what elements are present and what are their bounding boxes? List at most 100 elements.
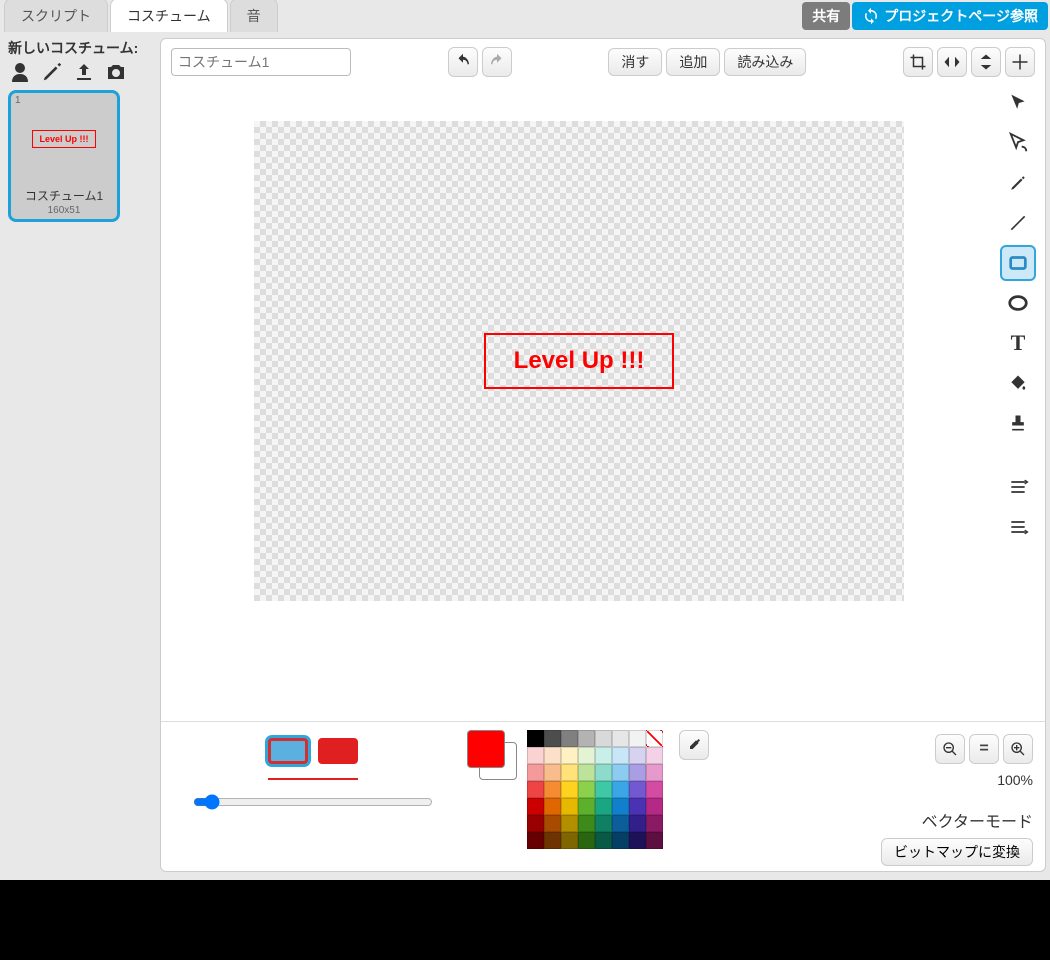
add-button[interactable]: 追加 — [666, 48, 720, 76]
palette-color[interactable] — [527, 798, 544, 815]
palette-color[interactable] — [578, 747, 595, 764]
palette-color[interactable] — [629, 832, 646, 849]
palette-color[interactable] — [595, 815, 612, 832]
palette-color[interactable] — [646, 815, 663, 832]
palette-color[interactable] — [629, 764, 646, 781]
camera-icon[interactable] — [104, 60, 128, 84]
palette-color[interactable] — [595, 781, 612, 798]
stroke-width-slider[interactable] — [193, 794, 433, 810]
palette-color[interactable] — [629, 798, 646, 815]
palette-color[interactable] — [527, 730, 544, 747]
clear-button[interactable]: 消す — [608, 48, 662, 76]
line-tool[interactable] — [1000, 205, 1036, 241]
tab-costumes[interactable]: コスチューム — [110, 0, 228, 32]
palette-color[interactable] — [646, 781, 663, 798]
palette-color[interactable] — [527, 832, 544, 849]
palette-color[interactable] — [578, 764, 595, 781]
redo-button[interactable] — [482, 47, 512, 77]
fg-color[interactable] — [467, 730, 505, 768]
palette-color[interactable] — [629, 730, 646, 747]
import-button[interactable]: 読み込み — [724, 48, 806, 76]
project-page-button[interactable]: プロジェクトページ参照 — [852, 2, 1048, 30]
palette-color[interactable] — [561, 832, 578, 849]
palette-color[interactable] — [612, 815, 629, 832]
palette-color[interactable] — [595, 747, 612, 764]
upload-icon[interactable] — [72, 60, 96, 84]
stamp-tool[interactable] — [1000, 405, 1036, 441]
undo-button[interactable] — [448, 47, 478, 77]
canvas[interactable]: Level Up !!! — [254, 121, 904, 601]
flip-v-button[interactable] — [971, 47, 1001, 77]
center-button[interactable] — [1005, 47, 1035, 77]
ellipse-tool[interactable] — [1000, 285, 1036, 321]
palette-color[interactable] — [595, 832, 612, 849]
palette-color[interactable] — [578, 798, 595, 815]
text-tool[interactable]: T — [1000, 325, 1036, 361]
color-palette[interactable] — [527, 730, 663, 849]
palette-color[interactable] — [544, 730, 561, 747]
rect-tool[interactable] — [1000, 245, 1036, 281]
palette-color[interactable] — [544, 781, 561, 798]
palette-color[interactable] — [578, 781, 595, 798]
palette-color[interactable] — [544, 798, 561, 815]
palette-color[interactable] — [561, 798, 578, 815]
outline-mode-swatch[interactable] — [268, 738, 308, 764]
palette-color[interactable] — [612, 798, 629, 815]
reshape-tool[interactable] — [1000, 125, 1036, 161]
tab-sounds[interactable]: 音 — [230, 0, 278, 32]
palette-color[interactable] — [527, 747, 544, 764]
palette-color[interactable] — [595, 764, 612, 781]
palette-color[interactable] — [629, 815, 646, 832]
palette-color[interactable] — [646, 832, 663, 849]
fg-bg-swatch[interactable] — [467, 730, 517, 780]
fill-mode-swatch[interactable] — [318, 738, 358, 764]
palette-color[interactable] — [544, 815, 561, 832]
palette-color[interactable] — [544, 747, 561, 764]
zoom-in-button[interactable] — [1003, 734, 1033, 764]
palette-color[interactable] — [527, 815, 544, 832]
layer-back-button[interactable] — [1000, 509, 1036, 545]
share-button[interactable]: 共有 — [802, 2, 850, 30]
palette-color[interactable] — [561, 781, 578, 798]
palette-color[interactable] — [561, 730, 578, 747]
costume-thumbnail[interactable]: 1 Level Up !!! コスチューム1 160x51 — [8, 90, 120, 222]
palette-color[interactable] — [612, 764, 629, 781]
zoom-reset-button[interactable]: = — [969, 734, 999, 764]
palette-color[interactable] — [595, 798, 612, 815]
paint-icon[interactable] — [40, 60, 64, 84]
palette-color[interactable] — [646, 798, 663, 815]
palette-color[interactable] — [578, 832, 595, 849]
palette-color[interactable] — [578, 815, 595, 832]
palette-color[interactable] — [527, 764, 544, 781]
convert-mode-button[interactable]: ビットマップに変換 — [881, 838, 1033, 866]
tab-scripts[interactable]: スクリプト — [4, 0, 108, 32]
palette-color[interactable] — [527, 781, 544, 798]
crop-button[interactable] — [903, 47, 933, 77]
palette-color[interactable] — [612, 747, 629, 764]
palette-color[interactable] — [612, 832, 629, 849]
palette-color[interactable] — [561, 747, 578, 764]
palette-color[interactable] — [544, 764, 561, 781]
palette-color[interactable] — [544, 832, 561, 849]
canvas-content[interactable]: Level Up !!! — [484, 333, 675, 389]
palette-color[interactable] — [561, 764, 578, 781]
palette-color[interactable] — [595, 730, 612, 747]
palette-color[interactable] — [629, 747, 646, 764]
palette-color[interactable] — [646, 764, 663, 781]
select-tool[interactable] — [1000, 85, 1036, 121]
palette-color[interactable] — [646, 747, 663, 764]
library-icon[interactable] — [8, 60, 32, 84]
palette-color[interactable] — [612, 781, 629, 798]
zoom-out-button[interactable] — [935, 734, 965, 764]
palette-color[interactable] — [612, 730, 629, 747]
pencil-tool[interactable] — [1000, 165, 1036, 201]
flip-h-button[interactable] — [937, 47, 967, 77]
fill-tool[interactable] — [1000, 365, 1036, 401]
palette-color[interactable] — [578, 730, 595, 747]
palette-color[interactable] — [561, 815, 578, 832]
layer-front-button[interactable] — [1000, 469, 1036, 505]
costume-name-input[interactable] — [171, 48, 351, 76]
eyedropper-button[interactable] — [679, 730, 709, 760]
palette-color[interactable] — [629, 781, 646, 798]
palette-color[interactable] — [646, 730, 663, 747]
